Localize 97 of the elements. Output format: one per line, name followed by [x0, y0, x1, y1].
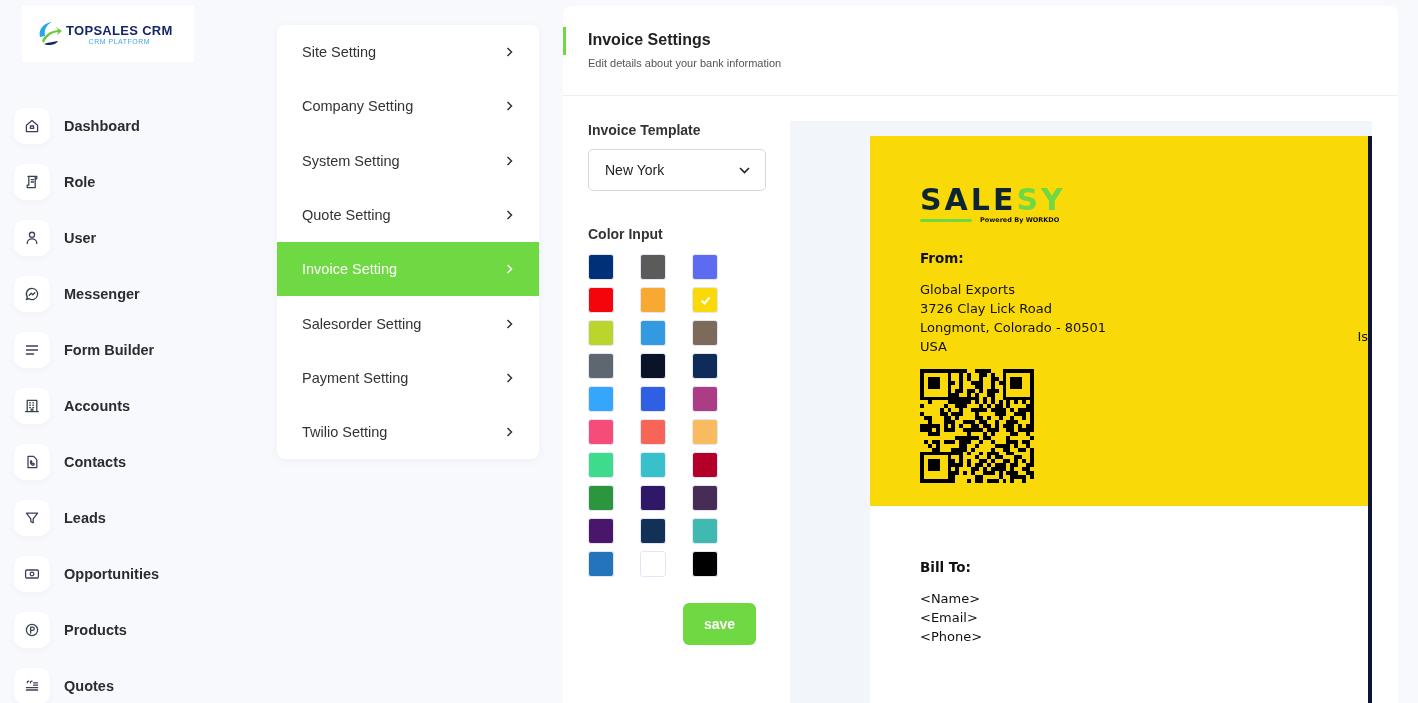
template-select[interactable]: New York: [588, 149, 766, 191]
color-swatch[interactable]: [692, 485, 718, 511]
qr-code-icon: [920, 369, 1034, 483]
chevron-right-icon: [506, 372, 513, 383]
placeholder-line: <Phone>: [920, 628, 983, 646]
chevron-right-icon: [506, 264, 513, 275]
sidebar-item[interactable]: Leads: [64, 510, 106, 526]
settings-menu-item[interactable]: Quote Setting: [277, 187, 539, 243]
color-swatch[interactable]: [640, 353, 666, 379]
sidebar-item[interactable]: User: [64, 230, 97, 246]
check-icon: [699, 295, 711, 305]
nav-icon-tile[interactable]: [14, 332, 50, 368]
chevron-right-icon: [506, 155, 513, 166]
chevron-right-icon: [506, 101, 513, 112]
sidebar-item[interactable]: Quotes: [64, 678, 114, 694]
sidebar-item[interactable]: Dashboard: [64, 118, 140, 134]
color-swatch[interactable]: [588, 254, 614, 280]
sidebar-item[interactable]: Products: [64, 622, 127, 638]
color-swatch[interactable]: [588, 287, 614, 313]
color-swatch[interactable]: [640, 518, 666, 544]
nav-icon-tile[interactable]: [14, 500, 50, 536]
color-swatch[interactable]: [588, 386, 614, 412]
placeholder-line: <Name>: [920, 590, 981, 608]
sidebar-item[interactable]: Role: [64, 174, 96, 190]
color-swatch[interactable]: [588, 320, 614, 346]
sidebar-item[interactable]: Messenger: [64, 286, 140, 302]
settings-menu-item[interactable]: Site Setting: [277, 25, 539, 80]
banknote-icon: [24, 566, 40, 582]
invoice-text: Is: [1357, 329, 1368, 344]
building-icon: [24, 398, 40, 414]
user-icon: [24, 230, 40, 246]
placeholder-line: <Email>: [920, 609, 978, 627]
address-line: USA: [920, 338, 947, 356]
nav-icon-tile[interactable]: [14, 668, 50, 703]
color-swatch[interactable]: [692, 386, 718, 412]
color-swatch[interactable]: [640, 452, 666, 478]
settings-menu-item[interactable]: Twilio Setting: [277, 405, 539, 460]
quote-icon: [24, 678, 40, 694]
address-line: Longmont, Colorado - 80501: [920, 319, 1107, 337]
nav-icon-tile[interactable]: [14, 556, 50, 592]
brand-name: TOPSALES CRM: [66, 23, 173, 38]
sidebar-item[interactable]: Opportunities: [64, 566, 160, 582]
color-swatch[interactable]: [692, 320, 718, 346]
nav-icon-tile[interactable]: [14, 220, 50, 256]
document-icon: [24, 174, 40, 190]
color-swatch[interactable]: [692, 254, 718, 280]
color-swatch[interactable]: [640, 551, 666, 577]
sidebar-item[interactable]: Accounts: [64, 398, 131, 414]
panel-title: Invoice Settings: [588, 31, 711, 49]
color-swatch[interactable]: [640, 287, 666, 313]
color-swatch[interactable]: [692, 551, 718, 577]
color-swatch[interactable]: [588, 419, 614, 445]
color-swatch[interactable]: [640, 419, 666, 445]
nav-icon-tile[interactable]: [14, 444, 50, 480]
color-swatch[interactable]: [588, 551, 614, 577]
settings-menu-item[interactable]: System Setting: [277, 133, 539, 188]
field-label: Color Input: [588, 226, 663, 242]
color-swatch[interactable]: [640, 485, 666, 511]
chevron-down-icon: [739, 166, 750, 174]
home-icon: [24, 118, 40, 134]
from-label: From:: [920, 250, 964, 266]
color-swatch[interactable]: [640, 254, 666, 280]
nav-icon-tile[interactable]: [14, 108, 50, 144]
color-swatch[interactable]: [692, 518, 718, 544]
color-swatch[interactable]: [692, 287, 718, 313]
nav-icon-tile[interactable]: [14, 276, 50, 312]
nav-icon-tile[interactable]: [14, 164, 50, 200]
color-swatch[interactable]: [692, 452, 718, 478]
contact-icon: [24, 454, 40, 470]
filter-icon: [24, 510, 40, 526]
sidebar-item[interactable]: Form Builder: [64, 342, 155, 358]
color-swatch[interactable]: [640, 386, 666, 412]
chat-icon: [24, 286, 40, 302]
menu-icon: [24, 342, 40, 358]
color-swatch[interactable]: [692, 419, 718, 445]
color-swatch[interactable]: [588, 452, 614, 478]
chevron-right-icon: [506, 318, 513, 329]
settings-menu-item[interactable]: Payment Setting: [277, 350, 539, 406]
settings-menu-item[interactable]: Company Setting: [277, 79, 539, 134]
address-line: 3726 Clay Lick Road: [920, 300, 1052, 318]
address-line: Global Exports: [920, 281, 1015, 299]
settings-menu-item[interactable]: Salesorder Setting: [277, 296, 539, 351]
color-swatch[interactable]: [588, 485, 614, 511]
color-swatch[interactable]: [640, 320, 666, 346]
chevron-right-icon: [506, 47, 513, 58]
chevron-right-icon: [506, 427, 513, 438]
nav-icon-tile[interactable]: [14, 388, 50, 424]
color-swatch[interactable]: [692, 353, 718, 379]
color-swatch[interactable]: [588, 518, 614, 544]
field-label: Invoice Template: [588, 122, 701, 138]
color-swatch[interactable]: [588, 353, 614, 379]
chevron-right-icon: [506, 210, 513, 221]
panel-subtitle: Edit details about your bank information: [588, 57, 782, 69]
sidebar-item[interactable]: Contacts: [64, 454, 127, 470]
product-icon: [24, 622, 40, 638]
nav-icon-tile[interactable]: [14, 612, 50, 648]
bill-to-label: Bill To:: [920, 559, 971, 575]
